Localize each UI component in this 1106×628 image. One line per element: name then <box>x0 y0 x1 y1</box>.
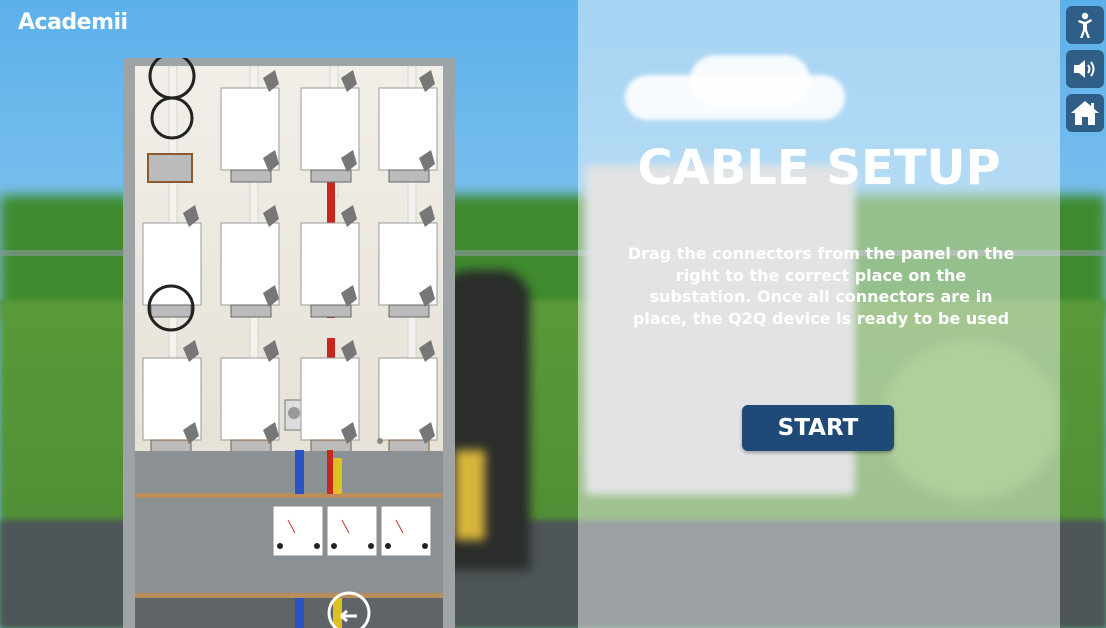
academii-logo: Academii <box>18 10 128 35</box>
instructions-text: Drag the connectors from the panel on th… <box>627 244 1015 328</box>
intro-panel: CABLE SETUP Drag the connectors from the… <box>578 0 1060 628</box>
meter <box>380 505 432 557</box>
meter <box>272 505 324 557</box>
person-vest <box>455 450 485 540</box>
sound-button[interactable] <box>1066 50 1104 88</box>
substation-cabinet <box>123 58 455 628</box>
meter <box>326 505 378 557</box>
home-button[interactable] <box>1066 94 1104 132</box>
page-title: CABLE SETUP <box>637 140 1001 196</box>
home-icon <box>1071 101 1099 125</box>
accessibility-icon <box>1078 12 1092 38</box>
accessibility-button[interactable] <box>1066 6 1104 44</box>
speaker-icon <box>1074 60 1095 78</box>
start-button[interactable]: START <box>742 405 894 451</box>
